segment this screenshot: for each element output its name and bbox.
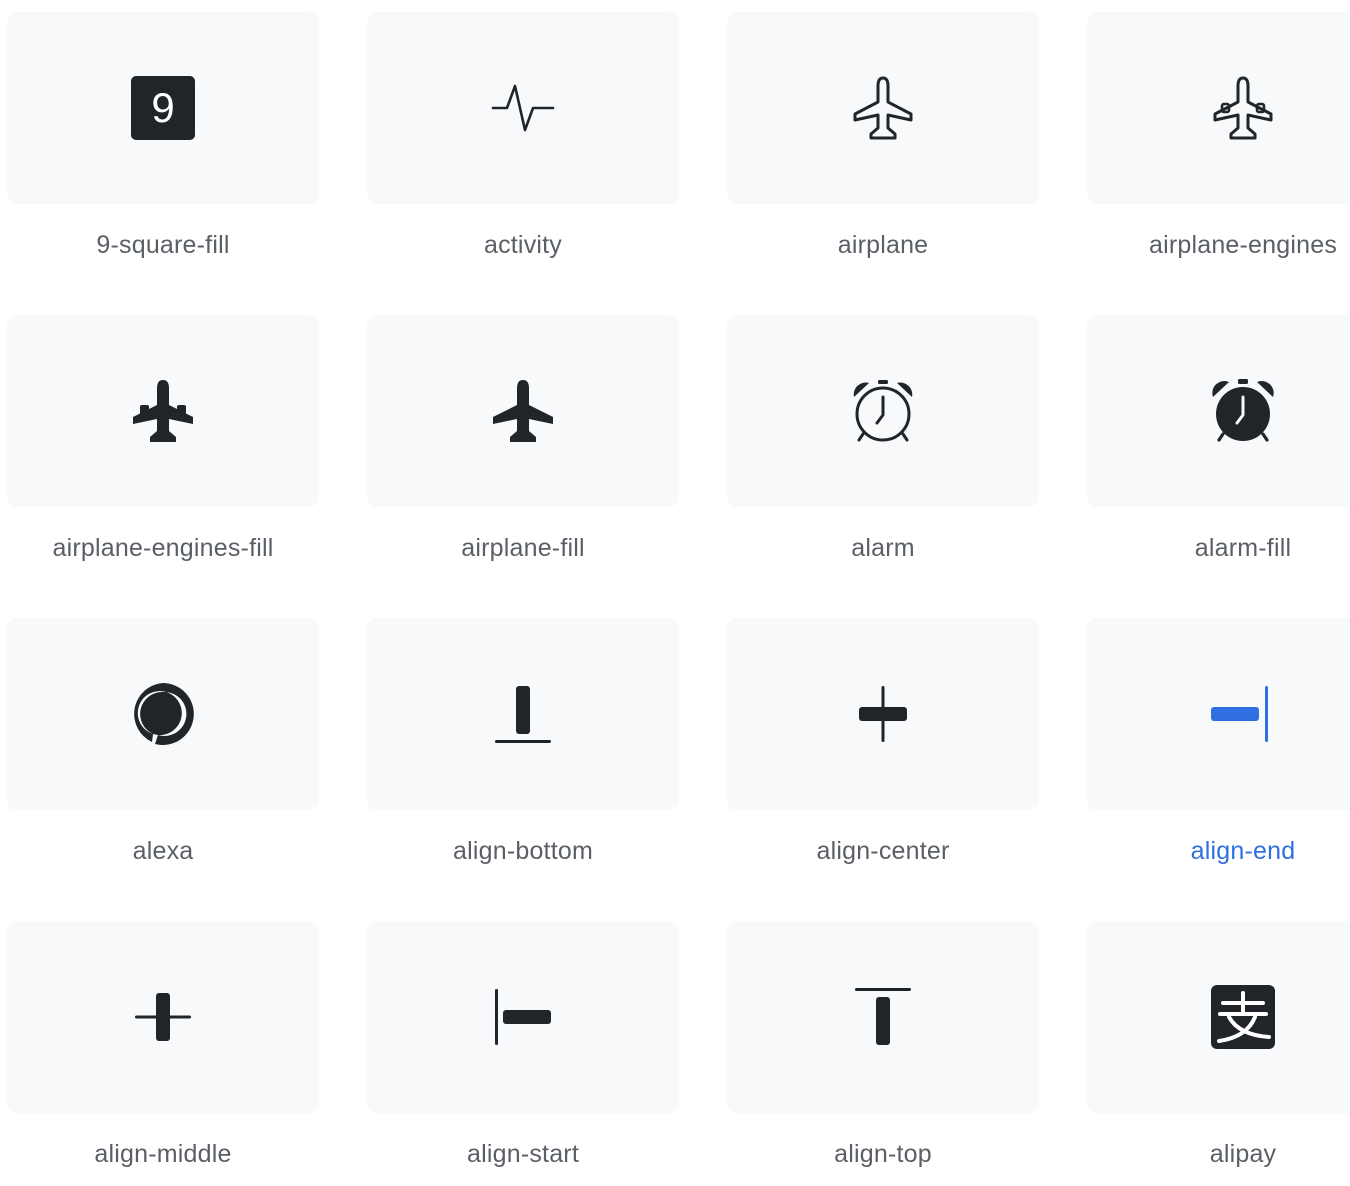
icon-tile-airplane-fill[interactable]: airplane-fill (367, 315, 679, 618)
icon-label: airplane-engines (1148, 231, 1338, 259)
icon-tile-airplane-engines-fill[interactable]: airplane-engines-fill (7, 315, 319, 618)
icon-label: align-middle (94, 1140, 232, 1168)
activity-icon (491, 84, 555, 132)
icon-tile-align-start[interactable]: align-start (367, 921, 679, 1186)
icon-tile-alarm-fill[interactable]: alarm-fill (1087, 315, 1350, 618)
icon-preview (367, 12, 679, 204)
alarm-fill-icon (1212, 379, 1274, 442)
icon-preview (1087, 618, 1350, 810)
icon-label: align-end (1190, 837, 1296, 865)
icon-label: alipay (1209, 1140, 1277, 1168)
icon-grid: 9 9-square-fill activity airplane airpla… (0, 0, 1350, 1186)
icon-preview (727, 315, 1039, 507)
alarm-icon (853, 380, 913, 442)
icon-label: alexa (132, 837, 194, 865)
icon-tile-alipay[interactable]: alipay (1087, 921, 1350, 1186)
icon-tile-alarm[interactable]: alarm (727, 315, 1039, 618)
airplane-fill-icon (493, 380, 553, 442)
icon-preview (7, 315, 319, 507)
alipay-icon (1211, 985, 1275, 1049)
icon-label: activity (483, 231, 562, 259)
align-top-icon (855, 988, 911, 1045)
icon-preview (367, 315, 679, 507)
icon-tile-airplane-engines[interactable]: airplane-engines (1087, 12, 1350, 315)
icon-label: airplane-fill (461, 534, 585, 562)
icon-label: airplane-engines-fill (52, 534, 274, 562)
icon-tile-9-square-fill[interactable]: 9 9-square-fill (7, 12, 319, 315)
icon-preview (1087, 315, 1350, 507)
svg-text:9: 9 (151, 84, 174, 131)
align-middle-icon (135, 993, 191, 1041)
icon-tile-airplane[interactable]: airplane (727, 12, 1039, 315)
9-square-fill-icon: 9 (131, 76, 195, 140)
icon-tile-align-end[interactable]: align-end (1087, 618, 1350, 921)
icon-preview (1087, 921, 1350, 1113)
icon-tile-align-top[interactable]: align-top (727, 921, 1039, 1186)
icon-preview (727, 12, 1039, 204)
airplane-engines-icon (1213, 76, 1273, 140)
icon-preview (7, 921, 319, 1113)
align-bottom-icon (495, 686, 551, 743)
icon-preview (1087, 12, 1350, 204)
icon-preview (727, 921, 1039, 1113)
icon-preview: 9 (7, 12, 319, 204)
align-start-icon (495, 989, 551, 1045)
icon-tile-align-bottom[interactable]: align-bottom (367, 618, 679, 921)
icon-preview (7, 618, 319, 810)
alexa-icon (134, 683, 194, 745)
icon-tile-align-center[interactable]: align-center (727, 618, 1039, 921)
icon-label: align-start (467, 1140, 579, 1168)
align-center-icon (859, 686, 907, 742)
icon-tile-align-middle[interactable]: align-middle (7, 921, 319, 1186)
icon-tile-alexa[interactable]: alexa (7, 618, 319, 921)
icon-label: align-bottom (453, 837, 593, 865)
icon-label: alarm-fill (1194, 534, 1292, 562)
icon-tile-activity[interactable]: activity (367, 12, 679, 315)
icon-label: airplane (837, 231, 929, 259)
airplane-engines-fill-icon (133, 380, 193, 442)
align-end-icon (1211, 686, 1268, 742)
icon-preview (367, 618, 679, 810)
icon-preview (727, 618, 1039, 810)
icon-label: alarm (851, 534, 915, 562)
airplane-icon (853, 76, 913, 140)
icon-label: 9-square-fill (96, 231, 230, 259)
icon-label: align-top (834, 1140, 932, 1168)
icon-label: align-center (816, 837, 950, 865)
icon-preview (367, 921, 679, 1113)
